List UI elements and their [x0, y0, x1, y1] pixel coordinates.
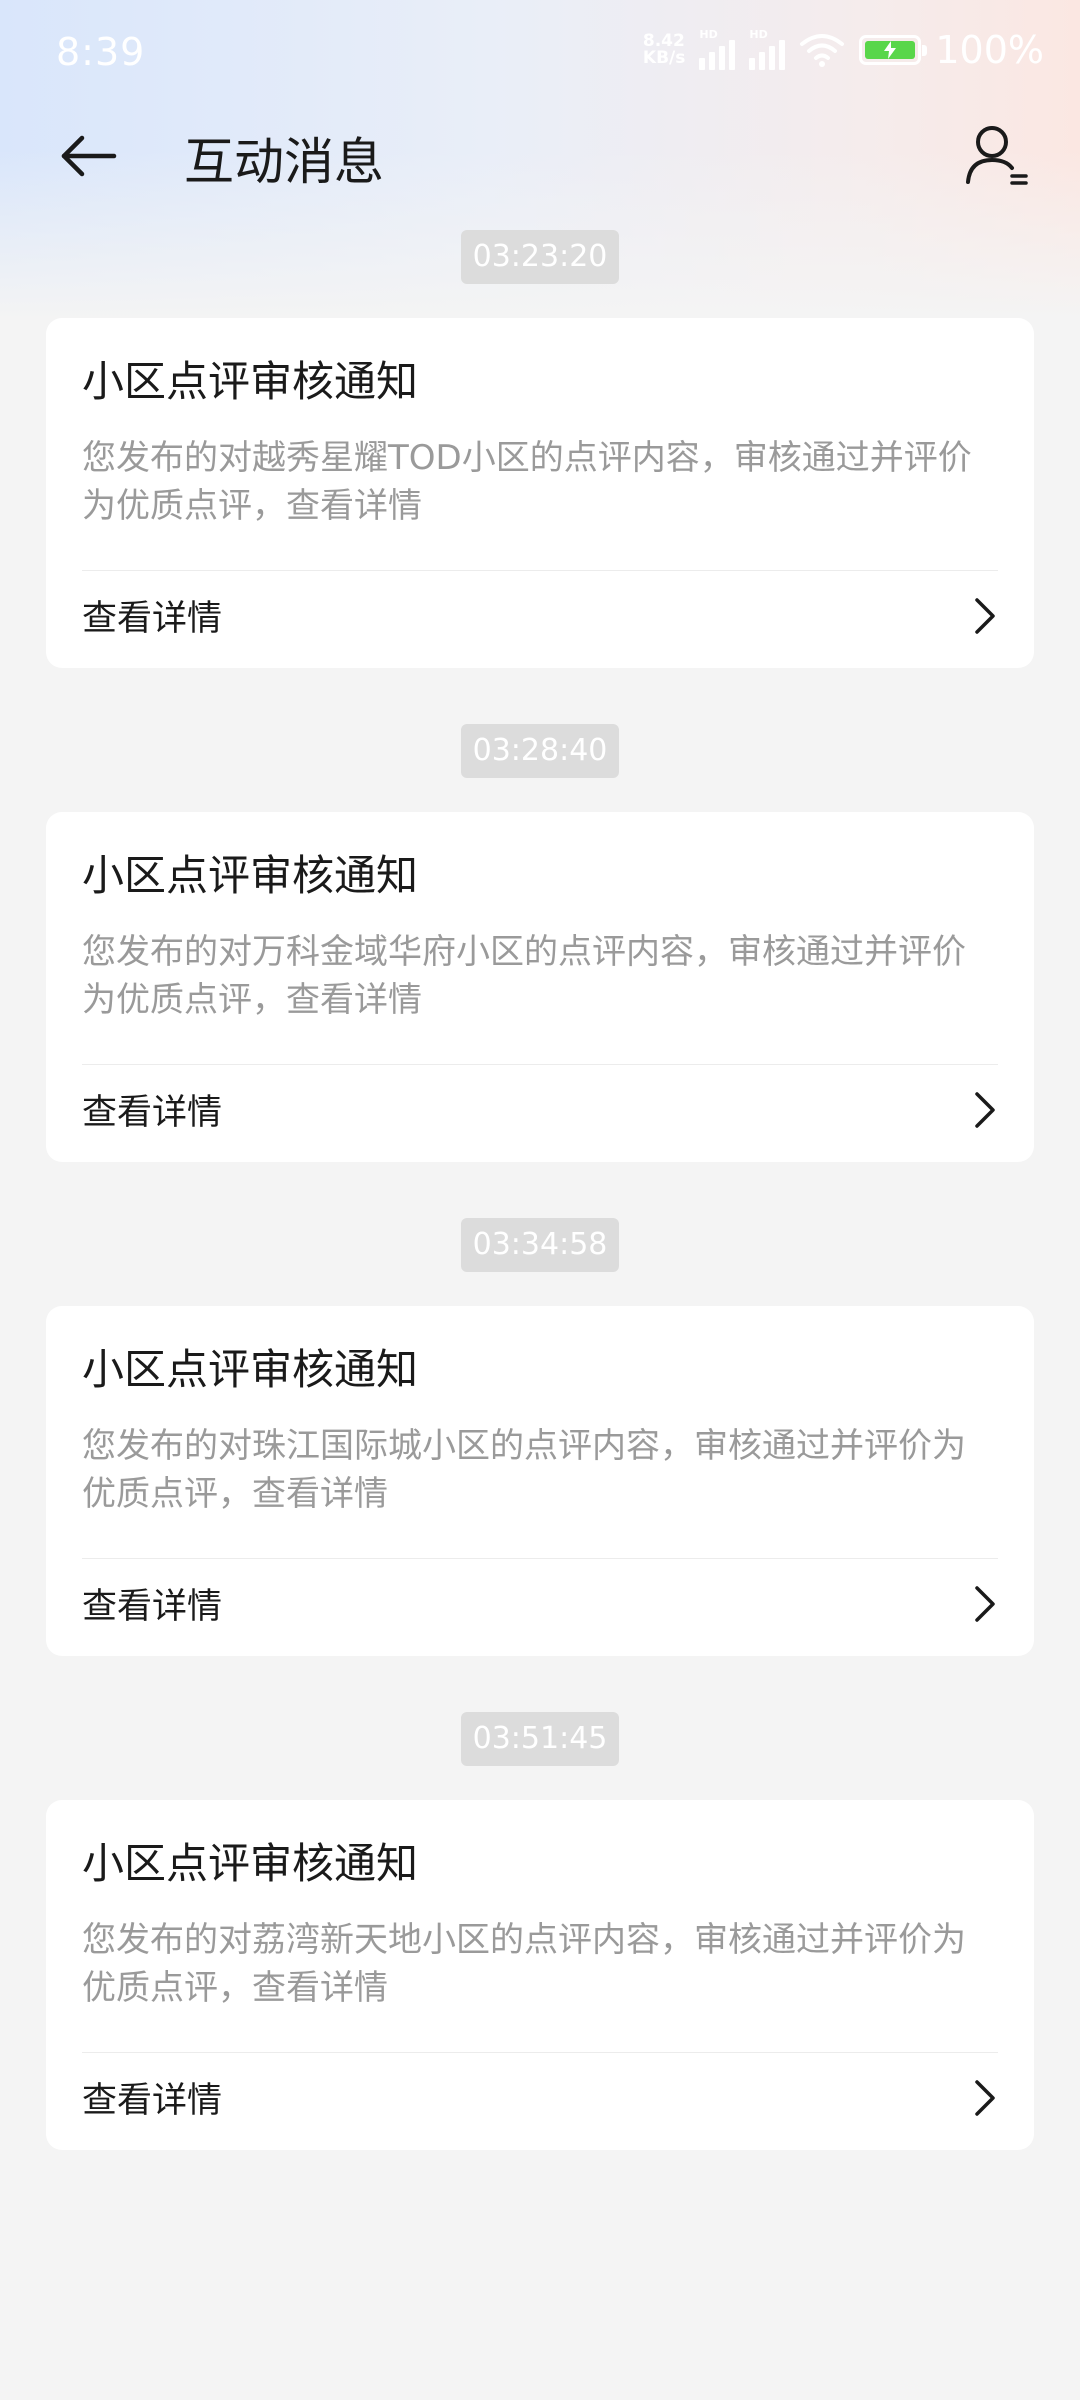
timestamp-row: 03:28:40 — [0, 724, 1080, 778]
chevron-right-icon[interactable] — [964, 1086, 1004, 1134]
message-timestamp: 03:23:20 — [460, 230, 620, 284]
message-body: 您发布的对珠江国际城小区的点评内容，审核通过并评价为优质点评，查看详情 — [82, 1426, 966, 1514]
view-details-link[interactable]: 查看详情 — [82, 590, 222, 641]
chevron-right-icon[interactable] — [964, 2074, 1004, 2122]
message-list: 03:23:20 小区点评审核通知 您发布的对越秀星耀TOD小区的点评内容，审核… — [0, 230, 1080, 2150]
battery-fill — [865, 41, 916, 59]
card-divider — [82, 570, 998, 571]
battery-cap — [922, 45, 928, 56]
back-arrow-icon[interactable] — [56, 124, 120, 188]
status-icons: 8.42 KB/s HD HD 100% — [643, 28, 1044, 72]
timestamp-row: 03:23:20 — [0, 230, 1080, 284]
message-timestamp: 03:51:45 — [460, 1712, 620, 1766]
message-title: 小区点评审核通知 — [82, 1839, 419, 1888]
signal-bar — [779, 40, 786, 70]
page-title: 互动消息 — [184, 133, 384, 191]
status-time: 8:39 — [56, 30, 146, 74]
message-card[interactable]: 小区点评审核通知 您发布的对万科金域华府小区的点评内容，审核通过并评价为优质点评… — [46, 812, 1034, 1162]
message-body: 您发布的对万科金域华府小区的点评内容，审核通过并评价为优质点评，查看详情 — [82, 932, 966, 1020]
signal-bar — [759, 52, 766, 70]
wifi-icon — [800, 34, 845, 67]
message-timestamp: 03:34:58 — [460, 1218, 620, 1272]
timestamp-row: 03:34:58 — [0, 1218, 1080, 1272]
hd-label: HD — [699, 28, 718, 41]
message-timestamp: 03:28:40 — [460, 724, 620, 778]
chevron-right-icon[interactable] — [964, 592, 1004, 640]
message-title: 小区点评审核通知 — [82, 357, 419, 406]
signal-bar — [709, 52, 716, 70]
signal-bar — [719, 46, 726, 70]
signal-bar — [749, 58, 756, 70]
view-details-link[interactable]: 查看详情 — [82, 1578, 222, 1629]
signal-bar — [729, 40, 736, 70]
view-details-link[interactable]: 查看详情 — [82, 1084, 222, 1135]
signal-bar — [769, 46, 776, 70]
user-profile-icon[interactable] — [962, 120, 1032, 190]
network-speed: 8.42 KB/s — [643, 33, 685, 67]
message-body: 您发布的对越秀星耀TOD小区的点评内容，审核通过并评价为优质点评，查看详情 — [82, 438, 972, 526]
message-title: 小区点评审核通知 — [82, 851, 419, 900]
network-speed-unit: KB/s — [642, 48, 686, 68]
battery-icon — [859, 35, 928, 65]
message-card[interactable]: 小区点评审核通知 您发布的对越秀星耀TOD小区的点评内容，审核通过并评价为优质点… — [46, 318, 1034, 668]
card-divider — [82, 1064, 998, 1065]
card-divider — [82, 1558, 998, 1559]
charging-bolt-icon — [884, 41, 897, 59]
cell-signal-icon-2: HD — [749, 28, 786, 70]
message-card[interactable]: 小区点评审核通知 您发布的对荔湾新天地小区的点评内容，审核通过并评价为优质点评，… — [46, 1800, 1034, 2150]
app-header: 互动消息 — [0, 104, 1080, 204]
chevron-right-icon[interactable] — [964, 1580, 1004, 1628]
status-bar: 8:39 8.42 KB/s HD HD 100% — [0, 0, 1080, 104]
card-divider — [82, 2052, 998, 2053]
battery-percent: 100% — [935, 28, 1044, 72]
timestamp-row: 03:51:45 — [0, 1712, 1080, 1766]
cell-signal-icon: HD — [699, 28, 736, 70]
message-title: 小区点评审核通知 — [82, 1345, 419, 1394]
message-card[interactable]: 小区点评审核通知 您发布的对珠江国际城小区的点评内容，审核通过并评价为优质点评，… — [46, 1306, 1034, 1656]
message-body: 您发布的对荔湾新天地小区的点评内容，审核通过并评价为优质点评，查看详情 — [82, 1920, 966, 2008]
hd-label: HD — [749, 28, 768, 41]
view-details-link[interactable]: 查看详情 — [82, 2072, 222, 2123]
signal-bar — [699, 58, 706, 70]
